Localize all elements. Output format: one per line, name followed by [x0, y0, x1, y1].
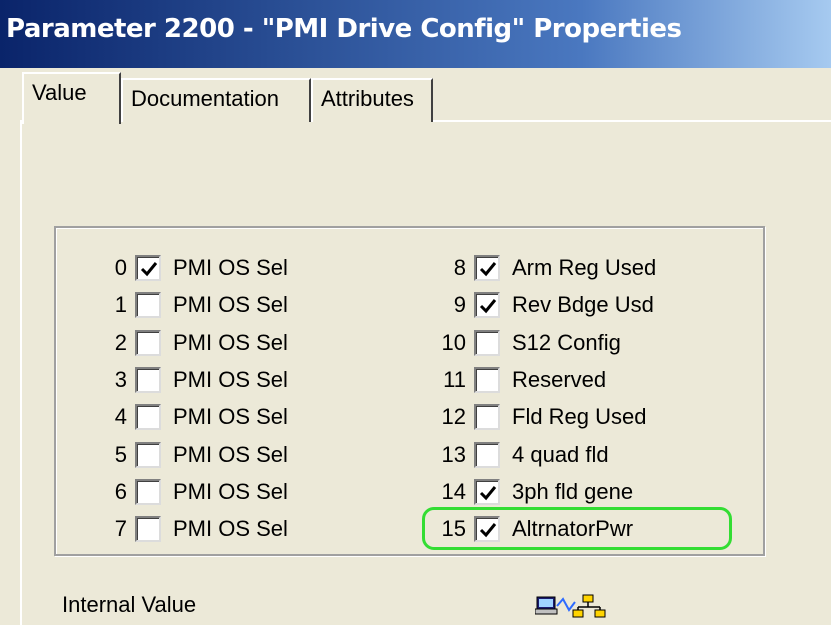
bit-label: 4 quad fld [512, 442, 609, 467]
bit-checkbox[interactable] [474, 255, 500, 281]
bit-number: 14 [441, 479, 466, 504]
bit-label: Reserved [512, 367, 607, 392]
bit-checkbox[interactable] [135, 292, 161, 318]
bit-label: PMI OS Sel [173, 292, 288, 317]
bit-label: Fld Reg Used [512, 404, 647, 429]
bit-number: 8 [453, 255, 466, 280]
bit-checkbox[interactable] [474, 442, 500, 468]
highlight-annotation [422, 507, 732, 550]
title-bar[interactable]: Parameter 2200 - "PMI Drive Config" Prop… [0, 0, 831, 68]
network-link-icon[interactable] [534, 594, 607, 623]
bit-number: 0 [114, 255, 127, 280]
bit-number: 3 [114, 367, 127, 392]
bit-label: 3ph fld gene [512, 479, 634, 504]
bit-label: PMI OS Sel [173, 255, 288, 280]
tab-value[interactable]: Value [22, 72, 121, 124]
bit-checkbox[interactable] [135, 442, 161, 468]
bit-number: 10 [441, 330, 466, 355]
bit-number: 7 [114, 516, 127, 541]
bit-checkbox[interactable] [135, 255, 161, 281]
bit-checkbox[interactable] [135, 516, 161, 542]
bit-checkbox[interactable] [474, 292, 500, 318]
bit-label: S12 Config [512, 330, 621, 355]
bit-number: 13 [441, 442, 466, 467]
bit-checkbox[interactable] [135, 330, 161, 356]
bit-number: 9 [453, 292, 466, 317]
bit-label: PMI OS Sel [173, 330, 288, 355]
checkmark-icon [479, 299, 497, 314]
bit-label: PMI OS Sel [173, 442, 288, 467]
bit-checkbox[interactable] [474, 330, 500, 356]
tab-documentation[interactable]: Documentation [121, 78, 311, 122]
bit-checkbox[interactable] [474, 367, 500, 393]
bit-checkbox[interactable] [474, 479, 500, 505]
bit-checkbox[interactable] [135, 404, 161, 430]
window-title: Parameter 2200 - "PMI Drive Config" Prop… [6, 14, 682, 44]
bit-number: 1 [114, 292, 127, 317]
bit-number: 11 [443, 367, 466, 392]
bit-label: PMI OS Sel [173, 367, 288, 392]
bit-label: PMI OS Sel [173, 479, 288, 504]
bit-label: PMI OS Sel [173, 516, 288, 541]
bit-number: 4 [114, 404, 127, 429]
checkmark-icon [140, 262, 158, 277]
bit-number: 2 [114, 330, 127, 355]
bit-number: 5 [114, 442, 127, 467]
internal-value-label: Internal Value [62, 592, 197, 617]
bit-label: Rev Bdge Usd [512, 292, 654, 317]
tab-attributes[interactable]: Attributes [311, 78, 433, 122]
bit-number: 12 [441, 404, 466, 429]
checkmark-icon [479, 486, 497, 501]
bit-label: PMI OS Sel [173, 404, 288, 429]
bit-checkbox[interactable] [474, 404, 500, 430]
bit-checkbox[interactable] [135, 479, 161, 505]
bit-number: 6 [114, 479, 127, 504]
tab-strip: Value Documentation Attributes [22, 72, 822, 124]
bit-checkbox[interactable] [135, 367, 161, 393]
checkmark-icon [479, 262, 497, 277]
bit-label: Arm Reg Used [512, 255, 657, 280]
